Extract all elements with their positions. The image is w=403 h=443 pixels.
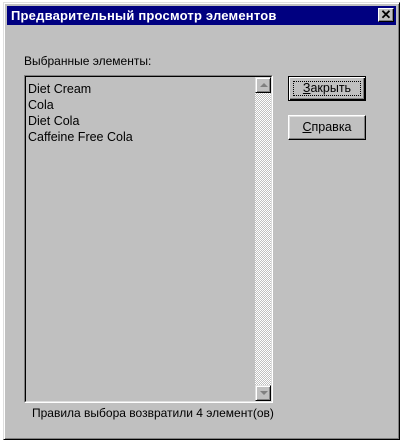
- list-item[interactable]: Cola: [28, 97, 248, 113]
- title-bar[interactable]: Предварительный просмотр элементов ✕: [7, 6, 396, 25]
- chevron-up-icon: [260, 83, 268, 87]
- close-icon: ✕: [380, 7, 392, 22]
- close-button[interactable]: Закрыть: [288, 76, 366, 101]
- list-frame: Diet Cream Cola Diet Cola Caffeine Free …: [25, 76, 272, 402]
- chevron-down-icon: [260, 391, 268, 395]
- preview-dialog: Предварительный просмотр элементов ✕ Выб…: [3, 2, 400, 440]
- help-button-mnemonic: С: [302, 120, 312, 134]
- scroll-down-button[interactable]: [255, 385, 271, 401]
- status-text: Правила выбора возвратили 4 элемент(ов): [32, 406, 274, 420]
- list-items: Diet Cream Cola Diet Cola Caffeine Free …: [28, 81, 248, 145]
- selected-items-label: Выбранные элементы:: [24, 54, 152, 68]
- scroll-up-button[interactable]: [255, 77, 271, 93]
- focus-rectangle: [293, 81, 361, 96]
- vertical-scrollbar[interactable]: [255, 77, 271, 401]
- list-item[interactable]: Diet Cola: [28, 113, 248, 129]
- help-button[interactable]: Справка: [288, 115, 366, 140]
- list-item[interactable]: Diet Cream: [28, 81, 248, 97]
- close-window-button[interactable]: ✕: [378, 8, 394, 22]
- window-title: Предварительный просмотр элементов: [11, 8, 277, 23]
- help-button-label: правка: [311, 120, 352, 134]
- list-item[interactable]: Caffeine Free Cola: [28, 129, 248, 145]
- selected-items-list[interactable]: Diet Cream Cola Diet Cola Caffeine Free …: [24, 75, 273, 403]
